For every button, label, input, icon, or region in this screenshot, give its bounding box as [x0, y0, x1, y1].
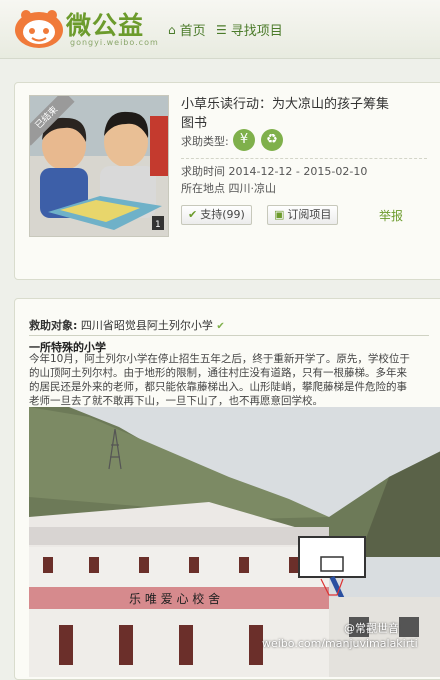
nav-home-label: 首页 [179, 24, 206, 39]
location: 所在地点 四川·凉山 [181, 180, 276, 196]
yen-icon: ¥ [233, 129, 255, 151]
rescue-target-value[interactable]: 四川省昭觉县阿土列尔小学 [81, 319, 213, 332]
project-thumbnail[interactable]: 1 已结束 [29, 95, 169, 237]
project-title[interactable]: 小草乐读行动：为大凉山的孩子筹集图书 [181, 95, 401, 133]
home-icon: ⌂ [168, 22, 176, 37]
article-divider [29, 335, 429, 336]
help-time-value: 2014-12-12 - 2015-02-10 [228, 165, 368, 178]
nav-find-projects[interactable]: ☰ 寻找项目 [216, 20, 283, 40]
report-link[interactable]: 举报 [379, 207, 403, 224]
help-time-label: 求助时间 [181, 165, 225, 178]
nav-home[interactable]: ⌂ 首页 [168, 20, 206, 40]
thumbs-up-icon: ✔ [188, 208, 198, 221]
location-value: 四川·凉山 [228, 182, 277, 195]
logo-text: 微公益 [66, 11, 145, 40]
help-time: 求助时间 2014-12-12 - 2015-02-10 [181, 163, 367, 179]
subscribe-icon: ▣ [274, 208, 285, 221]
svg-text:1: 1 [155, 220, 161, 230]
divider [181, 158, 427, 159]
project-card: 1 已结束 小草乐读行动：为大凉山的孩子筹集图书 求助类型: ¥ ♻ 求助时间 … [14, 82, 440, 280]
support-button[interactable]: ✔ 支持(99) [181, 205, 252, 225]
school-sign: 乐 唯 爱 心 校 舍 [129, 591, 220, 606]
article-line: 老师一旦去了就不敢再下山，一旦下山了，也不再愿意回学校。 [29, 395, 323, 407]
rescue-target: 救助对象: 四川省昭觉县阿土列尔小学 ✔ [29, 317, 225, 333]
watermark-account: @常觀世音 [344, 622, 399, 635]
goods-icon: ♻ [261, 129, 283, 151]
logo-subtitle: gongyi.weibo.com [70, 38, 159, 47]
nav-find-label: 寻找项目 [230, 24, 283, 39]
verified-icon: ✔ [216, 321, 225, 332]
article-line: 的居民还是外来的老师，都只能依靠藤梯出入。山形陡峭，攀爬藤梯是件危险的事 [29, 381, 407, 393]
weibo-gongyi-logo-icon[interactable] [12, 6, 66, 50]
top-header: 微公益 gongyi.weibo.com ⌂ 首页 ☰ 寻找项目 [0, 0, 440, 59]
subscribe-button[interactable]: ▣ 订阅项目 [267, 205, 339, 225]
location-label: 所在地点 [181, 182, 225, 195]
article-line: 今年10月，阿土列尔小学在停止招生五年之后，终于重新开学了。原先，学校位于 [29, 353, 410, 365]
article-body: 今年10月，阿土列尔小学在停止招生五年之后，终于重新开学了。原先，学校位于 的山… [29, 352, 440, 408]
rescue-target-label: 救助对象: [29, 319, 78, 332]
help-type-label: 求助类型: [181, 135, 229, 148]
watermark-url: weibo.com/manjuvimalakirti [262, 637, 418, 650]
article-line: 的山顶阿土列尔村。由于地形的限制，通往村庄没有道路，只有一根藤梯。多年来 [29, 367, 407, 379]
support-label: 支持(99) [200, 208, 245, 221]
subscribe-label: 订阅项目 [287, 208, 332, 221]
list-icon: ☰ [216, 22, 227, 37]
